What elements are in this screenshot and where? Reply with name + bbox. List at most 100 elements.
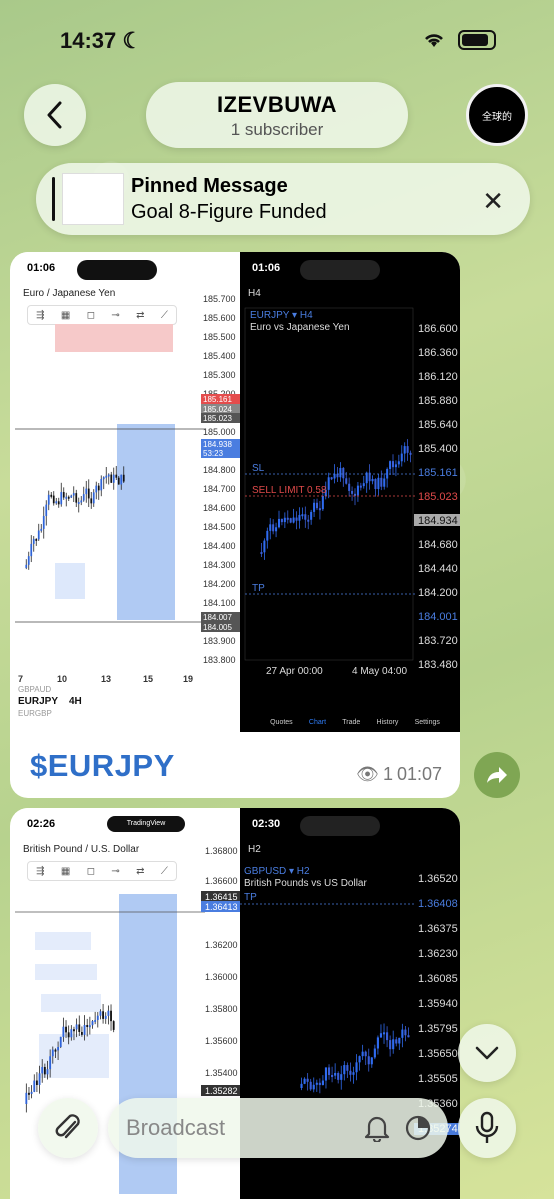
candle-body (75, 1024, 78, 1030)
broadcast-input[interactable] (126, 1112, 346, 1144)
candle-body (75, 493, 78, 503)
price-tick: 184.001 (418, 611, 458, 623)
eye-icon: 👁 (356, 764, 379, 784)
pinned-message-bar[interactable]: Pinned Message Goal 8-Figure Funded ✕ (36, 163, 530, 235)
price-tick: 184.400 (203, 541, 236, 551)
price-tick: 1.36085 (418, 973, 458, 985)
price-tick: 183.720 (418, 635, 458, 647)
price-tick: 1.35795 (418, 1023, 458, 1035)
candle-body (43, 1066, 46, 1075)
share-button[interactable] (474, 752, 520, 798)
candle-body (105, 475, 108, 478)
candle-body (346, 1065, 349, 1071)
price-tick: 184.200 (418, 587, 458, 599)
candle-body (380, 477, 383, 487)
price-tick: 1.35940 (418, 998, 458, 1010)
price-tick: 1.36415 (205, 892, 238, 902)
candle-body (343, 1065, 346, 1075)
channel-title[interactable]: IZEVBUWA 1 subscriber (146, 82, 408, 148)
price-tick: 183.800 (203, 655, 236, 665)
message-bubble[interactable]: 01:06 Euro / Japanese Yen ⇶ ▦ ◻ ⊸ ⇄ ⟋ 185.700… (10, 252, 460, 798)
post-meta: 👁 1 01:07 (356, 764, 442, 785)
timer-icon[interactable] (404, 1114, 432, 1142)
tab-settings: Settings (414, 719, 440, 726)
candle-body (327, 477, 330, 490)
back-button[interactable] (24, 84, 86, 146)
price-tick: 1.36375 (418, 923, 458, 935)
date-tick: 19 (183, 674, 193, 684)
message-composer[interactable] (108, 1098, 448, 1158)
candle-body (306, 1078, 309, 1082)
price-tick: 184.200 (203, 579, 236, 589)
candle-body (404, 1029, 407, 1036)
candle-body (321, 1080, 324, 1086)
candle-body (300, 1083, 303, 1088)
dynamic-island (300, 816, 380, 836)
candle-body (72, 493, 75, 496)
price-tick: 1.35800 (205, 1004, 238, 1014)
candle-body (333, 473, 336, 479)
candle-body (355, 1062, 358, 1073)
price-marker-label: 185.161 (203, 395, 232, 404)
candle-body (361, 1051, 364, 1057)
target-zone (117, 424, 175, 620)
candle-body (377, 477, 380, 490)
candle-body (292, 517, 295, 523)
paperclip-icon (55, 1114, 80, 1139)
candle-body (260, 552, 263, 554)
candle-body (100, 478, 103, 491)
tradingview-screenshot[interactable]: 01:06 Euro / Japanese Yen ⇶ ▦ ◻ ⊸ ⇄ ⟋ 185.700… (15, 252, 247, 732)
candle-body (97, 485, 100, 491)
date-tick: 7 (18, 674, 23, 684)
candle-body (35, 1080, 38, 1085)
price-tick: 1.36000 (205, 972, 238, 982)
candle-body (358, 1056, 361, 1063)
candle-body (45, 504, 48, 516)
candle-body (80, 500, 83, 503)
price-tick: 184.600 (203, 503, 236, 513)
chevron-left-icon (47, 101, 62, 129)
candle-body (122, 474, 125, 482)
candle-body (315, 1082, 318, 1085)
candle-body (312, 1084, 315, 1090)
price-tick: 185.600 (203, 313, 236, 323)
candle-body (32, 538, 35, 544)
microphone-button[interactable] (458, 1098, 516, 1158)
symbol-description: Euro vs Japanese Yen (250, 322, 350, 333)
price-tick: 184.440 (418, 563, 458, 575)
symbol-line: GBPUSD ▾ H2 (244, 866, 310, 877)
scroll-down-button[interactable] (458, 1024, 516, 1082)
candle-body (91, 1021, 94, 1026)
candle-body (62, 1026, 65, 1037)
candle-body (398, 1037, 401, 1044)
candle-body (397, 461, 400, 465)
price-tick: 1.36600 (205, 876, 238, 886)
candle-body (102, 1011, 105, 1019)
bell-icon[interactable] (364, 1114, 390, 1142)
close-icon[interactable]: ✕ (482, 187, 504, 217)
dynamic-island (77, 260, 157, 280)
timeframe-label: H2 (248, 844, 261, 855)
post-caption: $EURJPY (30, 748, 175, 783)
candle-body (99, 1011, 102, 1016)
candle-body (104, 1015, 107, 1019)
sl-label: SL (252, 463, 265, 474)
candle-body (50, 494, 53, 497)
candle-body (367, 1056, 370, 1065)
candle-body (379, 1033, 383, 1038)
avatar[interactable]: 全球的 (466, 84, 528, 146)
candle-body (286, 517, 289, 520)
candle-body (102, 477, 105, 480)
highlight-zone (55, 563, 85, 599)
price-tick: 185.000 (203, 427, 236, 437)
candle-body (57, 501, 60, 505)
sell-limit-label: SELL LIMIT 0.58 (252, 485, 327, 496)
metatrader-screenshot[interactable]: 01:06 H4 EURJPY ▾ H4 Euro vs Japanese Yen 1… (240, 252, 460, 732)
candle-body (340, 1074, 343, 1080)
tp-label: TP (244, 892, 257, 903)
highlight-zone (35, 964, 97, 980)
price-tick: 184.800 (203, 465, 236, 475)
pinned-title: Pinned Message (131, 175, 288, 197)
candle-body (313, 502, 316, 512)
attach-button[interactable] (38, 1098, 98, 1158)
